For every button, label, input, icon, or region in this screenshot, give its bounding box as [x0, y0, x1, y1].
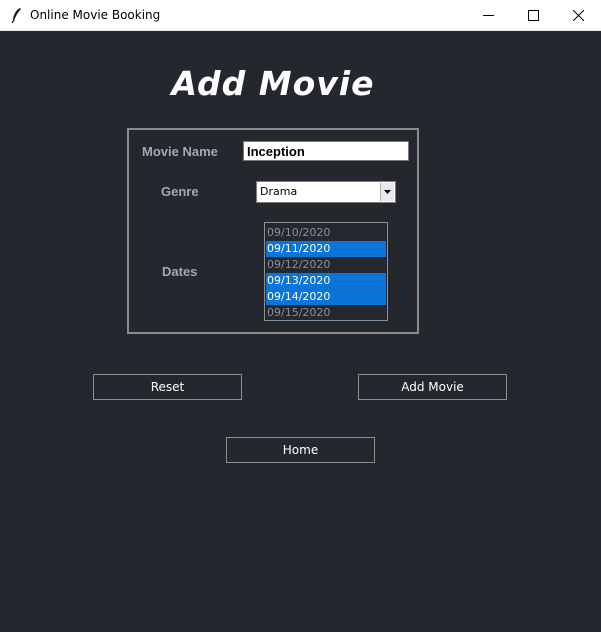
add-movie-button[interactable]: Add Movie [358, 374, 507, 400]
date-option[interactable]: 09/10/2020 [266, 225, 386, 241]
window-title: Online Movie Booking [30, 8, 161, 22]
date-option[interactable]: 09/11/2020 [266, 241, 386, 257]
date-option[interactable]: 09/15/2020 [266, 305, 386, 321]
date-option[interactable]: 09/12/2020 [266, 257, 386, 273]
genre-label: Genre [161, 184, 199, 199]
close-button[interactable] [555, 0, 601, 31]
home-button[interactable]: Home [226, 437, 375, 463]
genre-selected-value: Drama [260, 185, 298, 198]
maximize-icon [528, 10, 539, 21]
dates-listbox[interactable]: 09/10/2020 09/11/2020 09/12/2020 09/13/2… [264, 222, 388, 321]
chevron-down-icon [384, 190, 391, 194]
minimize-button[interactable] [465, 0, 511, 31]
window-titlebar: Online Movie Booking [0, 0, 601, 31]
page-title: Add Movie [171, 64, 375, 103]
date-option[interactable]: 09/14/2020 [266, 289, 386, 305]
close-icon [573, 10, 584, 21]
dropdown-button[interactable] [380, 183, 394, 201]
genre-dropdown[interactable]: Drama [256, 181, 396, 203]
dates-label: Dates [162, 264, 198, 279]
reset-button[interactable]: Reset [93, 374, 242, 400]
date-option[interactable]: 09/13/2020 [266, 273, 386, 289]
maximize-button[interactable] [510, 0, 556, 31]
feather-icon [9, 7, 25, 24]
minimize-icon [483, 15, 494, 16]
movie-name-input[interactable] [243, 141, 409, 161]
movie-name-label: Movie Name [142, 144, 218, 159]
